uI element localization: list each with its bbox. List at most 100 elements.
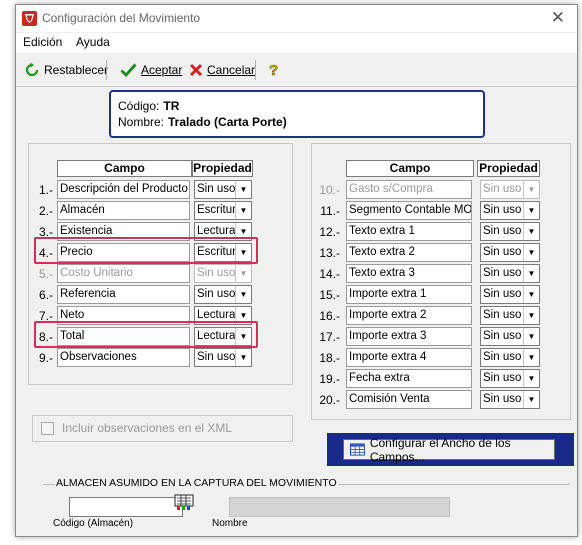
field-name-cell: Importe extra 4 xyxy=(346,348,472,367)
lookup-catalog-icon[interactable] xyxy=(174,494,194,511)
propiedad-select[interactable]: Sin uso ▼ xyxy=(480,348,540,367)
field-name-cell: Importe extra 2 xyxy=(346,306,472,325)
propiedad-value: Sin uso xyxy=(483,372,522,384)
propiedad-select[interactable]: Sin uso ▼ xyxy=(480,285,540,304)
propiedad-select[interactable]: Sin uso ▼ xyxy=(480,306,540,325)
close-icon[interactable]: ✕ xyxy=(551,8,565,28)
field-name-cell: Comisión Venta xyxy=(346,390,472,409)
propiedad-value: Sin uso xyxy=(483,183,522,195)
menu-edicion[interactable]: Edición xyxy=(23,35,62,49)
highlight-precio xyxy=(34,237,258,264)
field-name-cell: Almacén xyxy=(57,201,190,220)
row-number: 9.- xyxy=(38,351,53,365)
almacen-codigo-input[interactable] xyxy=(69,497,183,517)
incluir-observaciones-label: Incluir observaciones en el XML xyxy=(62,421,233,435)
almacen-nombre-label: Nombre xyxy=(212,518,248,529)
configurar-ancho-label: Configurar el Ancho de los Campos... xyxy=(369,435,511,464)
almacen-nombre-field xyxy=(229,497,450,517)
propiedad-select: Sin uso ▼ xyxy=(194,264,252,283)
row-number: 10.- xyxy=(319,183,340,197)
restablecer-button[interactable]: Restablecer xyxy=(24,60,108,80)
propiedad-value: Sin uso xyxy=(197,183,236,195)
table-grid-icon xyxy=(350,443,365,456)
toolbar-separator xyxy=(255,60,256,80)
row-number: 2.- xyxy=(38,204,53,218)
field-name-cell: Gasto s/Compra xyxy=(346,180,472,199)
movement-info-box: Código: TR Nombre: Tralado (Carta Porte) xyxy=(109,90,485,138)
propiedad-select[interactable]: Sin uso ▼ xyxy=(480,327,540,346)
row-number: 17.- xyxy=(319,330,340,344)
app-shield-icon xyxy=(22,11,37,26)
left-col-propiedad-header: Propiedad xyxy=(192,160,253,177)
menu-ayuda[interactable]: Ayuda xyxy=(76,35,110,49)
propiedad-value: Sin uso xyxy=(483,288,522,300)
aceptar-button[interactable]: Aceptar xyxy=(120,60,182,80)
field-name-cell: Fecha extra xyxy=(346,369,472,388)
config-panel: Configurar el Ancho de los Campos... xyxy=(327,433,574,466)
left-fields-group: Campo Propiedad 1.- Descripción del Produ… xyxy=(28,143,293,385)
cross-icon xyxy=(189,63,203,77)
dropdown-arrow-icon: ▼ xyxy=(235,202,251,219)
menu-bar: Edición Ayuda xyxy=(16,33,577,53)
configurar-ancho-button[interactable]: Configurar el Ancho de los Campos... xyxy=(343,436,555,464)
nombre-label: Nombre: xyxy=(118,115,165,129)
dropdown-arrow-icon: ▼ xyxy=(523,328,539,345)
dropdown-arrow-icon: ▼ xyxy=(523,391,539,408)
dropdown-arrow-icon: ▼ xyxy=(523,307,539,324)
row-number: 18.- xyxy=(319,351,340,365)
row-number: 11.- xyxy=(320,204,340,218)
window-title: Configuración del Movimiento xyxy=(42,11,201,25)
propiedad-value: Sin uso xyxy=(483,351,522,363)
title-bar: Configuración del Movimiento ✕ xyxy=(16,5,577,32)
propiedad-select[interactable]: Sin uso ▼ xyxy=(480,222,540,241)
row-number: 13.- xyxy=(319,246,340,260)
propiedad-select[interactable]: Sin uso ▼ xyxy=(194,180,252,199)
cancelar-button[interactable]: Cancelar xyxy=(189,60,255,80)
codigo-label: Código: xyxy=(118,99,160,113)
help-button[interactable]: ? xyxy=(268,60,280,80)
cancelar-label: Cancelar xyxy=(207,63,256,77)
field-name-cell: Texto extra 2 xyxy=(346,243,472,262)
codigo-value: TR xyxy=(163,99,180,113)
dropdown-arrow-icon: ▼ xyxy=(235,286,251,303)
dropdown-arrow-icon: ▼ xyxy=(523,265,539,282)
row-number: 12.- xyxy=(319,225,340,239)
propiedad-select[interactable]: Sin uso ▼ xyxy=(480,390,540,409)
propiedad-select[interactable]: Sin uso ▼ xyxy=(480,243,540,262)
propiedad-select[interactable]: Escritura ▼ xyxy=(194,201,252,220)
field-name-cell: Importe extra 1 xyxy=(346,285,472,304)
row-number: 16.- xyxy=(319,309,340,323)
incluir-observaciones-checkbox[interactable] xyxy=(41,422,54,435)
propiedad-value: Sin uso xyxy=(197,267,236,279)
dropdown-arrow-icon: ▼ xyxy=(235,349,251,366)
propiedad-select[interactable]: Sin uso ▼ xyxy=(194,348,252,367)
row-number: 14.- xyxy=(319,267,340,281)
row-number: 15.- xyxy=(319,288,340,302)
dropdown-arrow-icon: ▼ xyxy=(235,181,251,198)
almacen-codigo-label: Código (Almacén) xyxy=(53,518,134,529)
propiedad-select[interactable]: Sin uso ▼ xyxy=(480,264,540,283)
propiedad-value: Sin uso xyxy=(483,309,522,321)
nombre-value: Tralado (Carta Porte) xyxy=(168,115,287,129)
dropdown-arrow-icon: ▼ xyxy=(235,265,251,282)
propiedad-select[interactable]: Sin uso ▼ xyxy=(194,285,252,304)
toolbar: Restablecer Aceptar Cancelar ? xyxy=(16,54,577,87)
almacen-section-title: ALMACEN ASUMIDO EN LA CAPTURA DEL MOVIMI… xyxy=(54,477,339,489)
dropdown-arrow-icon: ▼ xyxy=(523,202,539,219)
propiedad-value: Lectura xyxy=(197,309,236,321)
dropdown-arrow-icon: ▼ xyxy=(523,349,539,366)
propiedad-value: Sin uso xyxy=(483,393,522,405)
svg-text:?: ? xyxy=(269,62,278,78)
dropdown-arrow-icon: ▼ xyxy=(523,223,539,240)
field-name-cell: Segmento Contable MO01 xyxy=(346,201,472,220)
checkmark-icon xyxy=(120,63,137,78)
field-name-cell: Texto extra 1 xyxy=(346,222,472,241)
propiedad-value: Lectura xyxy=(197,225,236,237)
propiedad-select[interactable]: Sin uso ▼ xyxy=(480,369,540,388)
dropdown-arrow-icon: ▼ xyxy=(523,370,539,387)
field-name-cell: Referencia xyxy=(57,285,190,304)
propiedad-select[interactable]: Sin uso ▼ xyxy=(480,201,540,220)
highlight-total xyxy=(34,321,258,348)
field-name-cell: Observaciones xyxy=(57,348,190,367)
field-name-cell: Costo Unitario xyxy=(57,264,190,283)
